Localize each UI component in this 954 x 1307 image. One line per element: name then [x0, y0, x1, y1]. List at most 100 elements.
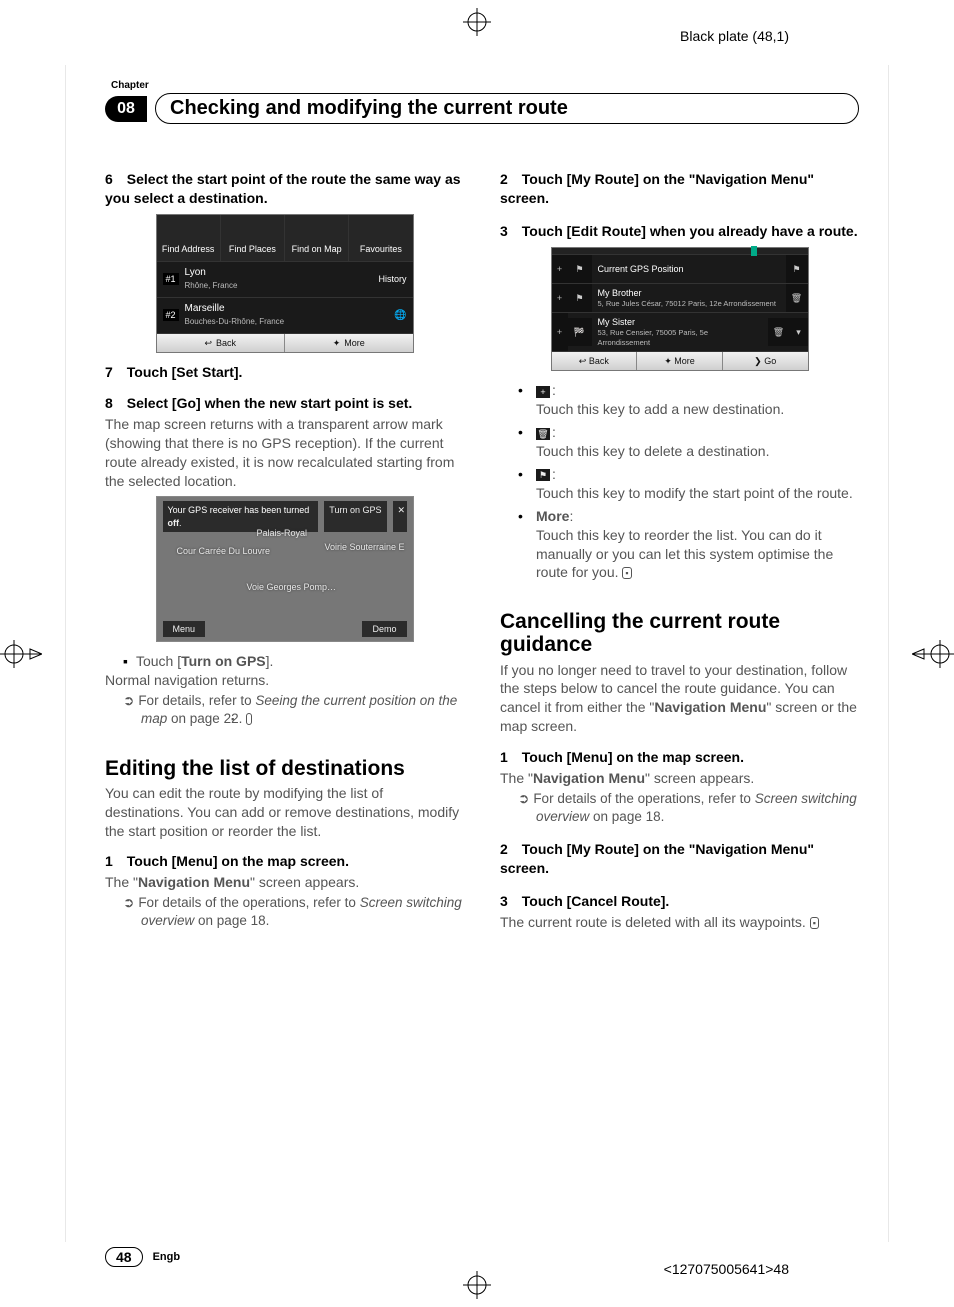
map-label-louvre: Cour Carrée Du Louvre — [177, 545, 271, 557]
key-delete: 🗑:Touch this key to delete a destination… — [518, 423, 859, 461]
right-step-2: 2Touch [My Route] on the "Navigation Men… — [500, 170, 859, 208]
right-step-2-text: Touch [My Route] on the "Navigation Menu… — [500, 171, 814, 206]
trash-icon: 🗑 — [536, 428, 550, 440]
plus-icon: + — [536, 386, 550, 398]
back-button[interactable]: ↩ Back — [552, 352, 638, 370]
cancel-step-2: 2Touch [My Route] on the "Navigation Men… — [500, 840, 859, 878]
edit-route-key-list: +:Touch this key to add a new destinatio… — [500, 381, 859, 582]
editing-body: You can edit the route by modifying the … — [105, 784, 464, 841]
key-delete-text: Touch this key to delete a destination. — [536, 442, 859, 461]
margin-line-left — [65, 65, 66, 1242]
more-button-label: More — [344, 338, 365, 348]
map-label-pomp: Voie Georges Pomp… — [247, 581, 337, 593]
step-6-text: Select the start point of the route the … — [105, 171, 461, 206]
cancel-step-1: 1Touch [Menu] on the map screen. — [500, 748, 859, 767]
go-icon: ❯ — [754, 356, 764, 366]
demo-button[interactable]: Demo — [362, 621, 406, 637]
key-add: +:Touch this key to add a new destinatio… — [518, 381, 859, 419]
route-row-current[interactable]: + ⚑ Current GPS Position ⚑ — [552, 254, 808, 283]
more-icon: ✦ — [333, 338, 341, 348]
map-label-palais: Palais-Royal — [257, 527, 308, 539]
end-mark-icon: ▪ — [246, 713, 252, 725]
cancel-step-3: 3Touch [Cancel Route]. — [500, 892, 859, 911]
route-row-sister[interactable]: + 🏁 My Sister53, Rue Censier, 75005 Pari… — [552, 312, 808, 351]
flag-icon: ⚑ — [536, 469, 550, 481]
heading-editing-destinations: Editing the list of destinations — [105, 757, 464, 780]
add-icon[interactable]: + — [552, 313, 568, 351]
back-button-label: Back — [589, 356, 609, 366]
flag-start-icon: ⚑ — [568, 255, 592, 283]
flag-via-icon: ⚑ — [568, 284, 592, 312]
chapter-number-badge: 08 — [105, 96, 147, 122]
step-8-body: The map screen returns with a transparen… — [105, 415, 464, 491]
tab-find-places[interactable]: Find Places — [221, 215, 285, 261]
key-more-text: Touch this key to reorder the list. You … — [536, 527, 833, 581]
bullet-turn-on-gps: ▪Touch [Turn on GPS]. — [105, 652, 464, 671]
delete-icon[interactable]: 🗑 — [786, 284, 808, 312]
tab-find-on-map[interactable]: Find on Map — [285, 215, 349, 261]
ref-screen-switching-1: ➲For details of the operations, refer to… — [105, 894, 464, 930]
delete-icon[interactable]: 🗑 — [768, 318, 790, 346]
menu-button[interactable]: Menu — [163, 621, 206, 637]
cancel-step-2-text: Touch [My Route] on the "Navigation Menu… — [500, 841, 814, 876]
more-button[interactable]: ✦More — [285, 334, 413, 352]
key-add-text: Touch this key to add a new destination. — [536, 400, 859, 419]
page-number: 48 — [105, 1247, 143, 1267]
flag-icon[interactable]: ⚑ — [786, 255, 808, 283]
tab-favourites[interactable]: Favourites — [349, 215, 412, 261]
cancel-step-1-after: The "Navigation Menu" screen appears. — [500, 769, 859, 788]
cancel-step-1-text: Touch [Menu] on the map screen. — [522, 749, 744, 765]
right-step-3-text: Touch [Edit Route] when you already have… — [522, 223, 858, 239]
add-icon[interactable]: + — [552, 284, 568, 312]
step-8: 8Select [Go] when the new start point is… — [105, 394, 464, 413]
right-column: 2Touch [My Route] on the "Navigation Men… — [500, 170, 859, 932]
cancel-step-3-text: Touch [Cancel Route]. — [522, 893, 670, 909]
language-code: Engb — [153, 1251, 181, 1263]
back-button[interactable]: ↩ Back — [157, 334, 286, 352]
step-8-text: Select [Go] when the new start point is … — [127, 395, 413, 411]
key-start: ⚑:Touch this key to modify the start poi… — [518, 465, 859, 503]
turn-on-gps-strong: Turn on GPS — [181, 653, 266, 669]
history-row1-sub: Rhône, France — [185, 281, 238, 290]
chevron-down-icon[interactable]: ▾ — [790, 318, 808, 346]
normal-nav-text: Normal navigation returns. — [105, 671, 464, 690]
close-icon[interactable]: ✕ — [393, 501, 407, 531]
map-label-voirie: Voirie Souterraine E — [324, 541, 404, 553]
ref-screen-switching-2: ➲For details of the operations, refer to… — [500, 790, 859, 826]
screenshot-map: Your GPS receiver has been turned off. T… — [156, 496, 414, 642]
route-row-brother[interactable]: + ⚑ My Brother5, Rue Jules César, 75012 … — [552, 283, 808, 312]
crop-mark-bottom — [463, 1271, 491, 1299]
end-mark-icon: ▪ — [810, 917, 819, 929]
go-button-label: Go — [764, 356, 776, 366]
key-start-text: Touch this key to modify the start point… — [536, 484, 859, 503]
right-step-3: 3Touch [Edit Route] when you already hav… — [500, 222, 859, 241]
turn-on-gps-button[interactable]: Turn on GPS — [324, 501, 386, 531]
black-plate-label: Black plate (48,1) — [680, 28, 789, 44]
back-icon: ↩ — [579, 356, 589, 366]
cancel-step-3-after: The current route is deleted with all it… — [500, 913, 859, 932]
ref-seeing-position: ➲For details, refer to Seeing the curren… — [105, 692, 464, 728]
more-icon: ✦ — [664, 356, 674, 366]
add-icon[interactable]: + — [552, 255, 568, 283]
editing-step-1-text: Touch [Menu] on the map screen. — [127, 853, 349, 869]
crop-mark-right — [912, 640, 954, 668]
step-7-text: Touch [Set Start]. — [127, 364, 243, 380]
left-column: 6Select the start point of the route the… — [105, 170, 464, 932]
route-row-brother-sub: 5, Rue Jules César, 75012 Paris, 12e Arr… — [598, 299, 780, 309]
tab-find-address[interactable]: Find Address — [157, 215, 221, 261]
editing-step-1-after: The "Navigation Menu" screen appears. — [105, 873, 464, 892]
history-label[interactable]: History — [378, 273, 406, 285]
heading-cancelling-route: Cancelling the current route guidance — [500, 610, 859, 656]
cancel-body: If you no longer need to travel to your … — [500, 661, 859, 737]
route-row-sister-sub: 53, Rue Censier, 75005 Paris, 5e Arrondi… — [598, 328, 762, 348]
step-6: 6Select the start point of the route the… — [105, 170, 464, 208]
back-icon: ↩ — [204, 338, 212, 348]
more-button-label: More — [674, 356, 695, 366]
globe-icon[interactable]: 🌐 — [394, 309, 406, 323]
history-row2-sub: Bouches-Du-Rhône, France — [185, 317, 285, 326]
chapter-title: Checking and modifying the current route — [155, 93, 859, 124]
screenshot-destination-search: Find Address Find Places Find on Map Fav… — [156, 214, 414, 353]
back-button-label: Back — [216, 338, 236, 348]
more-button[interactable]: ✦ More — [637, 352, 723, 370]
go-button[interactable]: ❯ Go — [723, 352, 808, 370]
